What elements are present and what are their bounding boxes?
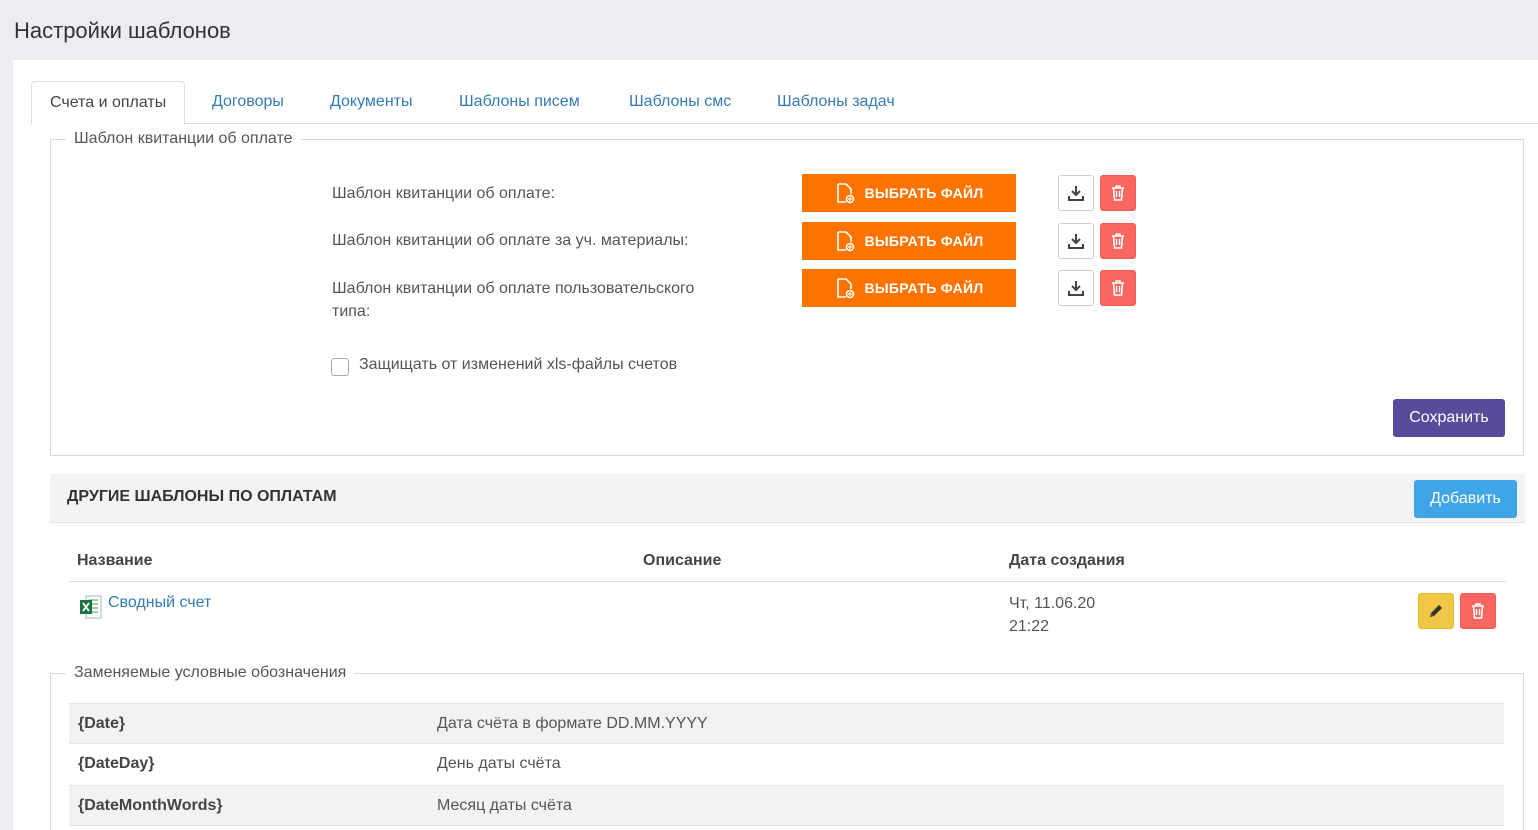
add-button[interactable]: Добавить xyxy=(1414,480,1517,518)
choose-file-button-materials[interactable]: ВЫБРАТЬ ФАЙЛ xyxy=(802,222,1016,260)
receipt-custom-type-label: Шаблон квитанции об оплате пользовательс… xyxy=(332,280,695,320)
variable-description: День даты счёта xyxy=(437,755,561,772)
variable-description: Дата счёта в формате DD.MM.YYYY xyxy=(437,715,708,732)
choose-file-label: ВЫБРАТЬ ФАЙЛ xyxy=(864,233,984,249)
variable-key: {Date} xyxy=(78,715,126,732)
delete-button-custom[interactable] xyxy=(1100,270,1136,306)
choose-file-label: ВЫБРАТЬ ФАЙЛ xyxy=(864,185,984,201)
variables-legend: Заменяемые условные обозначения xyxy=(66,663,355,683)
tab-sms-templates[interactable]: Шаблоны смс xyxy=(611,81,749,124)
created-date: Чт, 11.06.20 21:22 xyxy=(1009,592,1095,638)
created-date-day: Чт, 11.06.20 xyxy=(1009,595,1096,612)
tabs-bar: Счета и оплаты Договоры Документы Шаблон… xyxy=(31,81,1538,125)
delete-button-receipt[interactable] xyxy=(1100,175,1136,211)
receipt-template-label: Шаблон квитанции об оплате: xyxy=(332,185,555,202)
created-date-time: 21:22 xyxy=(1009,618,1050,635)
edit-button[interactable] xyxy=(1418,593,1454,629)
column-header-created-date: Дата создания xyxy=(1009,552,1125,569)
choose-file-button-receipt[interactable]: ВЫБРАТЬ ФАЙЛ xyxy=(802,174,1016,212)
file-add-icon xyxy=(837,183,855,204)
variable-row: {Date} Дата счёта в формате DD.MM.YYYY xyxy=(69,703,1504,744)
receipt-templates-fieldset: Шаблон квитанции об оплате Шаблон квитан… xyxy=(50,129,1524,456)
table-header-divider xyxy=(69,581,1506,582)
save-button[interactable]: Сохранить xyxy=(1393,399,1505,437)
tab-email-templates[interactable]: Шаблоны писем xyxy=(441,81,598,124)
choose-file-button-custom[interactable]: ВЫБРАТЬ ФАЙЛ xyxy=(802,269,1016,307)
trash-icon xyxy=(1472,603,1484,619)
tab-contracts[interactable]: Договоры xyxy=(194,81,302,124)
other-templates-title: ДРУГИЕ ШАБЛОНЫ ПО ОПЛАТАМ xyxy=(67,488,337,505)
template-name-link[interactable]: Сводный счет xyxy=(108,594,211,612)
protect-xls-label: Защищать от изменений xls-файлы счетов xyxy=(359,356,678,373)
excel-file-icon xyxy=(80,595,102,619)
receipt-materials-label: Шаблон квитанции об оплате за уч. матери… xyxy=(332,232,689,249)
download-button-custom[interactable] xyxy=(1058,270,1094,306)
column-header-description: Описание xyxy=(643,552,722,569)
page-title: Настройки шаблонов xyxy=(14,18,231,43)
download-button-materials[interactable] xyxy=(1058,223,1094,259)
choose-file-label: ВЫБРАТЬ ФАЙЛ xyxy=(864,280,984,296)
main-card: Счета и оплаты Договоры Документы Шаблон… xyxy=(13,60,1538,830)
trash-icon xyxy=(1112,280,1124,296)
download-icon xyxy=(1068,234,1084,249)
trash-icon xyxy=(1112,185,1124,201)
delete-template-button[interactable] xyxy=(1460,593,1496,629)
variable-row: {DateMonthWords} Месяц даты счёта xyxy=(69,785,1504,826)
variable-key: {DateDay} xyxy=(78,755,155,772)
variable-row: {DateDay} День даты счёта xyxy=(69,744,1504,785)
trash-icon xyxy=(1112,233,1124,249)
file-add-icon xyxy=(837,278,855,299)
protect-xls-checkbox[interactable] xyxy=(331,358,349,376)
variable-description: Месяц даты счёта xyxy=(437,797,572,814)
tab-task-templates[interactable]: Шаблоны задач xyxy=(759,81,913,124)
column-header-name: Название xyxy=(77,552,153,569)
download-button-receipt[interactable] xyxy=(1058,175,1094,211)
download-icon xyxy=(1068,281,1084,296)
file-add-icon xyxy=(837,231,855,252)
receipt-templates-legend: Шаблон квитанции об оплате xyxy=(66,129,301,149)
delete-button-materials[interactable] xyxy=(1100,223,1136,259)
variable-key: {DateMonthWords} xyxy=(78,797,223,814)
download-icon xyxy=(1068,186,1084,201)
other-templates-header: ДРУГИЕ ШАБЛОНЫ ПО ОПЛАТАМ Добавить xyxy=(50,474,1525,523)
pencil-icon xyxy=(1430,605,1442,617)
tab-documents[interactable]: Документы xyxy=(312,81,430,124)
tab-invoices-payments[interactable]: Счета и оплаты xyxy=(31,81,186,125)
